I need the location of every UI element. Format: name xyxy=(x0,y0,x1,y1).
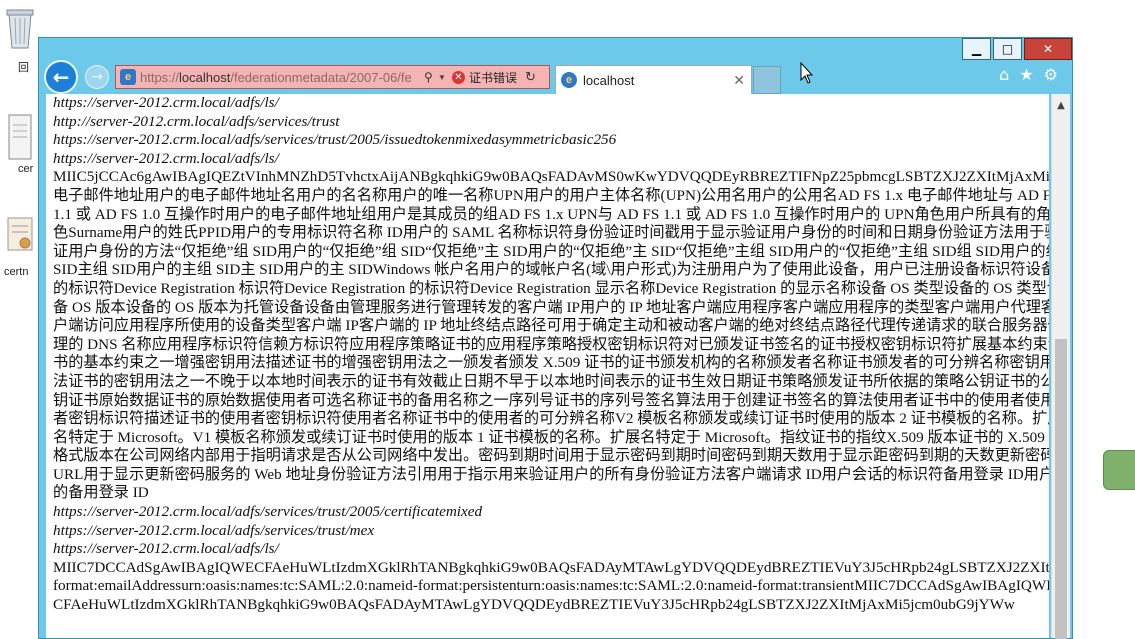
document-icon xyxy=(8,114,32,160)
claim-descriptions: 电子邮件地址用户的电子邮件地址名用户的名名称用户的唯一名称UPN用户的用户主体名… xyxy=(53,186,1049,502)
url-host: localhost xyxy=(179,69,231,85)
url-prefix: https:// xyxy=(140,69,180,85)
metadata-url: https://server-2012.crm.local/adfs/servi… xyxy=(53,131,617,149)
desktop-icon-label: 回 xyxy=(18,62,29,74)
home-icon[interactable]: ⌂ xyxy=(999,65,1009,84)
refresh-icon[interactable]: ↻ xyxy=(525,69,536,85)
metadata-url: http://server-2012.crm.local/adfs/servic… xyxy=(53,112,340,130)
scroll-thumb[interactable] xyxy=(1055,339,1067,639)
toolbar-tools: ⌂ ★ ⚙ xyxy=(999,65,1058,84)
page-content: https://server-2012.crm.local/adfs/ls/ h… xyxy=(46,94,1049,638)
mouse-cursor-icon xyxy=(800,62,814,84)
scroll-up-icon[interactable]: ▲ xyxy=(1052,100,1070,114)
chevron-down-icon[interactable]: ▼ xyxy=(438,73,448,82)
new-tab-button[interactable] xyxy=(753,66,781,94)
navigation-bar: ← → e https://localhost/federationmetada… xyxy=(39,60,1072,94)
desktop-icon-label: certn xyxy=(4,266,29,278)
metadata-url: https://server-2012.crm.local/adfs/ls/ xyxy=(53,94,279,111)
metadata-url: https://server-2012.crm.local/adfs/servi… xyxy=(53,521,375,539)
ie-icon: e xyxy=(120,69,136,85)
cert-error-label[interactable]: 证书错误 xyxy=(469,69,517,86)
gear-icon[interactable]: ⚙ xyxy=(1044,65,1058,84)
metadata-url: https://server-2012.crm.local/adfs/servi… xyxy=(53,503,483,521)
close-button[interactable]: ✕ xyxy=(1024,38,1072,60)
recycle-bin-icon[interactable] xyxy=(0,6,40,53)
star-icon[interactable]: ★ xyxy=(1019,65,1033,84)
url-path: /federationmetadata/2007-06/fe xyxy=(230,69,412,85)
close-tab-icon[interactable]: ✕ xyxy=(733,72,745,89)
certificate-icon[interactable] xyxy=(0,216,40,259)
certificate-file-icon xyxy=(7,217,33,251)
back-button[interactable]: ← xyxy=(44,60,78,94)
metadata-url: https://server-2012.crm.local/adfs/ls/ xyxy=(53,540,279,558)
address-url[interactable]: https://localhost/federationmetadata/200… xyxy=(140,70,422,85)
tab-localhost[interactable]: e localhost ✕ xyxy=(555,65,752,94)
desktop: 回 cer certn xyxy=(0,0,40,630)
forward-button[interactable]: → xyxy=(85,65,109,89)
ie-icon: e xyxy=(561,72,577,88)
trash-icon xyxy=(6,9,34,49)
desktop-widget-icon[interactable] xyxy=(1103,450,1135,490)
metadata-url: https://server-2012.crm.local/adfs/ls/ xyxy=(53,149,279,167)
window-controls: ▁ □ ✕ xyxy=(960,38,1072,60)
maximize-button[interactable]: □ xyxy=(993,38,1022,60)
certificate-data: MIIC7DCCAdSgAwIBAgIQWECFAeHuWLtIzdmXGklR… xyxy=(53,558,1049,576)
vertical-scrollbar[interactable]: ▲ xyxy=(1051,94,1070,639)
nameid-formats: format:emailAddressurn:oasis:names:tc:SA… xyxy=(53,577,1049,614)
search-icon[interactable]: ⚲ xyxy=(424,70,438,84)
certificate-data: MIIC5jCCAc6gAwIBAgIQEZtVInhMNZhD5TvhctxA… xyxy=(53,168,1049,186)
browser-window: ▁ □ ✕ ← → e https://localhost/federation… xyxy=(38,37,1073,639)
cert-error-icon[interactable]: ✕ xyxy=(452,70,465,84)
xml-document: https://server-2012.crm.local/adfs/ls/ h… xyxy=(46,94,1049,615)
tab-title: localhost xyxy=(583,72,635,88)
desktop-icon-label: cer xyxy=(18,163,34,175)
address-bar[interactable]: e https://localhost/federationmetadata/2… xyxy=(115,65,550,89)
cert-file-icon[interactable] xyxy=(0,113,40,164)
minimize-button[interactable]: ▁ xyxy=(962,38,991,60)
